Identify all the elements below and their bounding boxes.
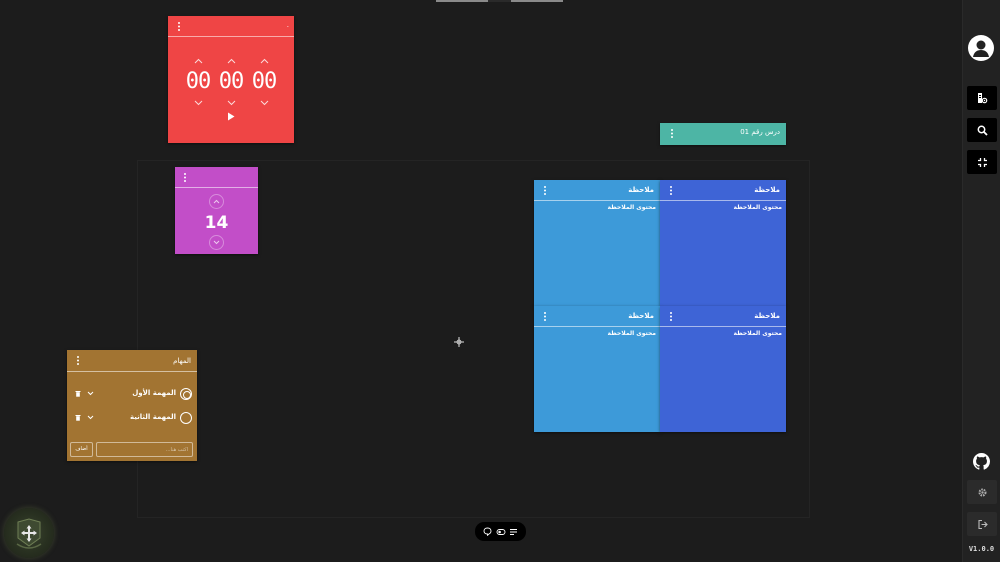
minutes-down-icon[interactable] [214, 96, 248, 110]
hours-value: 00 [185, 69, 212, 94]
logout-icon [977, 519, 988, 530]
note-menu-icon[interactable] [542, 184, 548, 197]
note-body[interactable]: محتوى الملاحظة [733, 330, 782, 337]
note-menu-icon[interactable] [668, 184, 674, 197]
github-icon[interactable] [973, 453, 990, 470]
search-icon [977, 125, 988, 136]
seconds-value: 00 [251, 69, 278, 94]
timer-widget[interactable]: · 00 00 00 [168, 16, 294, 143]
tasks-title: المهام [173, 357, 191, 365]
seconds-down-icon[interactable] [247, 96, 281, 110]
tasks-widget[interactable]: المهام المهمة الأول المهمة الثانية أضاف [67, 350, 197, 461]
list-icon[interactable] [509, 528, 518, 536]
lesson-widget[interactable]: درس رقم 01 [660, 123, 786, 145]
counter-decrement-icon[interactable] [209, 235, 224, 250]
document-settings-icon [976, 92, 988, 104]
document-settings-button[interactable] [967, 86, 997, 110]
trash-icon[interactable] [75, 414, 81, 421]
move-cursor-icon [454, 337, 464, 347]
right-sidebar: V1.0.0 [962, 0, 1000, 562]
seconds-column: 00 [247, 54, 281, 110]
tasks-header: المهام [67, 350, 197, 372]
chevron-down-icon[interactable] [87, 391, 94, 396]
note-header: ملاحظة [534, 306, 660, 327]
timer-menu-icon[interactable] [176, 20, 182, 33]
note-title: ملاحظة [628, 186, 654, 194]
task-checkbox[interactable] [180, 412, 192, 424]
note-menu-icon[interactable] [542, 310, 548, 323]
counter-value: 14 [204, 213, 229, 233]
trash-icon[interactable] [75, 390, 81, 397]
collapse-button[interactable] [967, 150, 997, 174]
note-title: ملاحظة [628, 312, 654, 320]
hours-up-icon[interactable] [181, 54, 215, 68]
settings-button[interactable] [967, 480, 997, 504]
logout-button[interactable] [967, 512, 997, 536]
note-header: ملاحظة [660, 306, 786, 327]
note-title: ملاحظة [754, 186, 780, 194]
lesson-menu-icon[interactable] [669, 127, 675, 140]
search-button[interactable] [967, 118, 997, 142]
minutes-column: 00 [214, 54, 248, 110]
seconds-up-icon[interactable] [247, 54, 281, 68]
task-label: المهمة الأول [132, 389, 176, 397]
note-card[interactable]: ملاحظة محتوى الملاحظة [660, 306, 786, 432]
add-task-button[interactable]: أضاف [70, 442, 93, 457]
note-body[interactable]: محتوى الملاحظة [607, 330, 656, 337]
top-drag-strip[interactable] [436, 0, 563, 2]
toggle-icon[interactable] [496, 528, 506, 536]
app-version: V1.0.0 [968, 545, 995, 553]
timer-header: · [168, 16, 294, 37]
note-card[interactable]: ملاحظة محتوى الملاحظة [660, 180, 786, 306]
note-title: ملاحظة [754, 312, 780, 320]
note-header: ملاحظة [660, 180, 786, 201]
hours-column: 00 [181, 54, 215, 110]
note-header: ملاحظة [534, 180, 660, 201]
counter-menu-icon[interactable] [182, 171, 188, 184]
hours-down-icon[interactable] [181, 96, 215, 110]
counter-widget[interactable]: 14 [175, 167, 258, 254]
lesson-title: درس رقم 01 [740, 128, 780, 136]
task-label: المهمة الثانية [130, 413, 176, 421]
timer-status-dot: · [286, 23, 289, 31]
task-item: المهمة الثانية [67, 411, 197, 425]
new-task-input[interactable] [96, 442, 193, 457]
note-card[interactable]: ملاحظة محتوى الملاحظة [534, 306, 660, 432]
note-menu-icon[interactable] [668, 310, 674, 323]
bottom-toolbar [475, 522, 526, 541]
counter-header [175, 167, 258, 188]
gear-icon [977, 487, 988, 498]
minutes-up-icon[interactable] [214, 54, 248, 68]
note-body[interactable]: محتوى الملاحظة [733, 204, 782, 211]
task-checkbox[interactable] [180, 388, 192, 400]
app-logo [4, 508, 54, 558]
task-item: المهمة الأول [67, 387, 197, 401]
minutes-value: 00 [218, 69, 245, 94]
user-avatar-icon[interactable] [968, 35, 994, 61]
note-body[interactable]: محتوى الملاحظة [607, 204, 656, 211]
play-icon[interactable] [227, 112, 235, 121]
counter-increment-icon[interactable] [209, 194, 224, 209]
note-card[interactable]: ملاحظة محتوى الملاحظة [534, 180, 660, 306]
tasks-menu-icon[interactable] [75, 354, 81, 367]
comment-icon[interactable] [483, 527, 492, 536]
chevron-down-icon[interactable] [87, 415, 94, 420]
collapse-icon [977, 157, 988, 168]
